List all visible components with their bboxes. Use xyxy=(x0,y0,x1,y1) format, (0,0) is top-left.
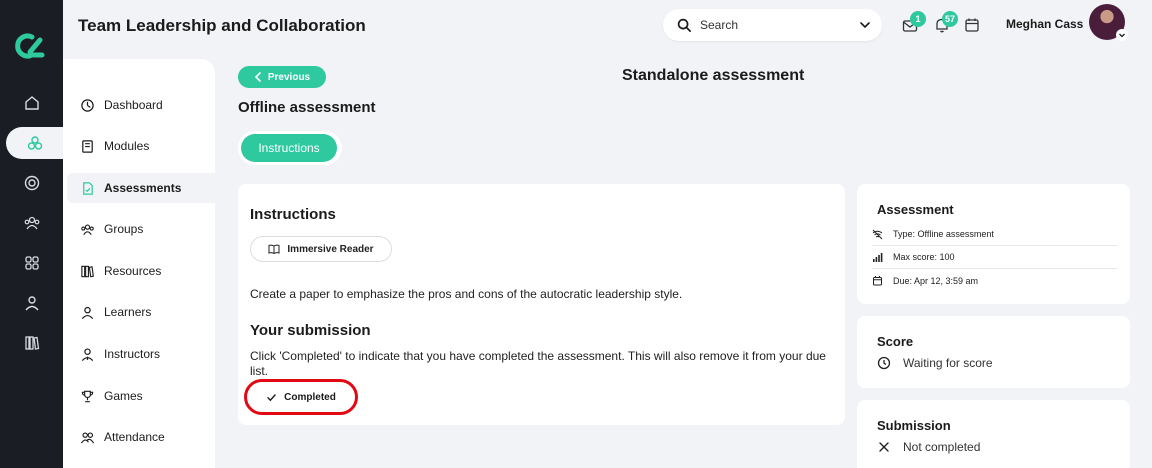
left-rail xyxy=(0,0,63,468)
submission-text: Click 'Completed' to indicate that you h… xyxy=(250,349,826,378)
submission-status: Not completed xyxy=(903,440,981,454)
previous-label: Previous xyxy=(267,71,311,83)
sidebar-item-label: Modules xyxy=(104,139,150,153)
due-row: Due: Apr 12, 3:59 am xyxy=(872,269,1117,292)
users-icon xyxy=(80,431,95,443)
sidebar-item-label: Assessments xyxy=(104,181,182,195)
close-icon xyxy=(879,442,889,452)
wifi-off-icon xyxy=(872,229,883,239)
calendar-icon[interactable] xyxy=(963,16,981,34)
submission-status-row: Not completed xyxy=(877,440,980,454)
max-score: Max score: 100 xyxy=(893,252,955,262)
cluster-icon xyxy=(27,136,42,150)
instructions-heading: Instructions xyxy=(250,206,336,223)
sidebar-item-dashboard[interactable]: Dashboard xyxy=(67,90,215,120)
sidebar-item-groups[interactable]: Groups xyxy=(67,214,215,244)
trophy-icon xyxy=(81,390,94,402)
sidebar-item-modules[interactable]: Modules xyxy=(67,131,215,161)
tab-bar: Instructions xyxy=(238,131,342,165)
completed-button[interactable]: Completed xyxy=(244,379,358,415)
submission-heading: Your submission xyxy=(250,322,371,339)
sidebar-item-label: Games xyxy=(104,389,143,403)
sidebar-item-assessments[interactable]: Assessments xyxy=(67,173,215,203)
assessment-heading: Assessment xyxy=(877,202,954,217)
sidebar-item-resources[interactable]: Resources xyxy=(67,256,215,286)
logo-icon[interactable] xyxy=(10,28,46,64)
grid-icon xyxy=(24,256,39,270)
sidebar-item-label: Dashboard xyxy=(104,98,163,112)
sidebar-item-learners[interactable]: Learners xyxy=(67,297,215,327)
assessment-type: Type: Offline assessment xyxy=(893,229,994,239)
file-check-icon xyxy=(83,181,93,195)
sidebar-item-attendance[interactable]: Attendance xyxy=(67,422,215,452)
previous-button[interactable]: Previous xyxy=(238,66,326,88)
score-card: Score Waiting for score xyxy=(857,316,1130,388)
chevron-left-icon xyxy=(254,72,261,82)
submission-card: Submission Not completed xyxy=(857,400,1130,468)
sidebar-item-label: Learners xyxy=(104,305,152,319)
library-icon xyxy=(81,265,94,277)
reader-icon xyxy=(268,244,280,255)
sidebar-item-label: Attendance xyxy=(104,430,165,444)
rail-apps[interactable] xyxy=(0,247,63,279)
assessment-title: Offline assessment xyxy=(238,99,376,116)
avatar-menu-toggle[interactable] xyxy=(1116,29,1128,41)
user-tie-icon xyxy=(81,347,94,361)
rail-groups[interactable] xyxy=(0,207,63,239)
max-score-row: Max score: 100 xyxy=(872,246,1117,269)
sidebar: Dashboard Modules Assessments Groups Res… xyxy=(63,59,215,468)
sidebar-item-label: Groups xyxy=(104,222,144,236)
chevron-down-icon[interactable] xyxy=(858,18,872,32)
clock-icon xyxy=(877,356,891,370)
score-heading: Score xyxy=(877,334,914,349)
library-icon xyxy=(24,336,39,350)
due-date: Due: Apr 12, 3:59 am xyxy=(893,275,979,286)
rail-library[interactable] xyxy=(0,327,63,359)
user-name[interactable]: Meghan Cass xyxy=(1006,17,1083,31)
assessment-info-card: Assessment Type: Offline assessment Max … xyxy=(857,184,1130,304)
search-bar[interactable]: Search xyxy=(663,9,882,41)
signal-icon xyxy=(873,252,883,262)
page-title: Team Leadership and Collaboration xyxy=(78,16,366,35)
tab-instructions[interactable]: Instructions xyxy=(241,134,337,162)
immersive-reader-button[interactable]: Immersive Reader xyxy=(250,236,392,262)
submission-card-heading: Submission xyxy=(877,418,951,433)
assessment-type-row: Type: Offline assessment xyxy=(872,223,1117,246)
users-icon xyxy=(81,224,94,235)
search-icon xyxy=(677,18,691,32)
score-status: Waiting for score xyxy=(903,356,993,370)
instructions-card: Instructions Immersive Reader Create a p… xyxy=(238,184,845,425)
mail-badge: 1 xyxy=(910,11,926,27)
check-icon xyxy=(267,393,276,401)
rail-home[interactable] xyxy=(0,87,63,119)
user-icon xyxy=(81,306,94,319)
instructions-text: Create a paper to emphasize the pros and… xyxy=(250,287,683,301)
score-status-row: Waiting for score xyxy=(877,356,993,370)
target-icon xyxy=(24,175,39,191)
reader-label: Immersive Reader xyxy=(287,243,374,255)
standalone-title: Standalone assessment xyxy=(622,67,805,84)
user-icon xyxy=(24,296,39,311)
dashboard-icon xyxy=(81,98,94,112)
search-label[interactable]: Search xyxy=(700,18,858,32)
calendar-icon xyxy=(873,276,882,286)
bell-badge: 57 xyxy=(942,11,959,27)
sidebar-item-label: Instructors xyxy=(104,347,161,361)
sidebar-item-instructors[interactable]: Instructors xyxy=(67,339,215,369)
home-icon xyxy=(24,96,39,110)
rail-profile[interactable] xyxy=(0,287,63,319)
rail-target[interactable] xyxy=(0,167,63,199)
sidebar-item-label: Resources xyxy=(104,264,162,278)
rail-courses[interactable] xyxy=(6,127,63,159)
book-icon xyxy=(82,139,93,153)
users-icon xyxy=(24,216,39,230)
completed-label: Completed xyxy=(284,391,336,403)
sidebar-item-games[interactable]: Games xyxy=(67,381,215,411)
chevron-down-icon xyxy=(1119,33,1125,38)
